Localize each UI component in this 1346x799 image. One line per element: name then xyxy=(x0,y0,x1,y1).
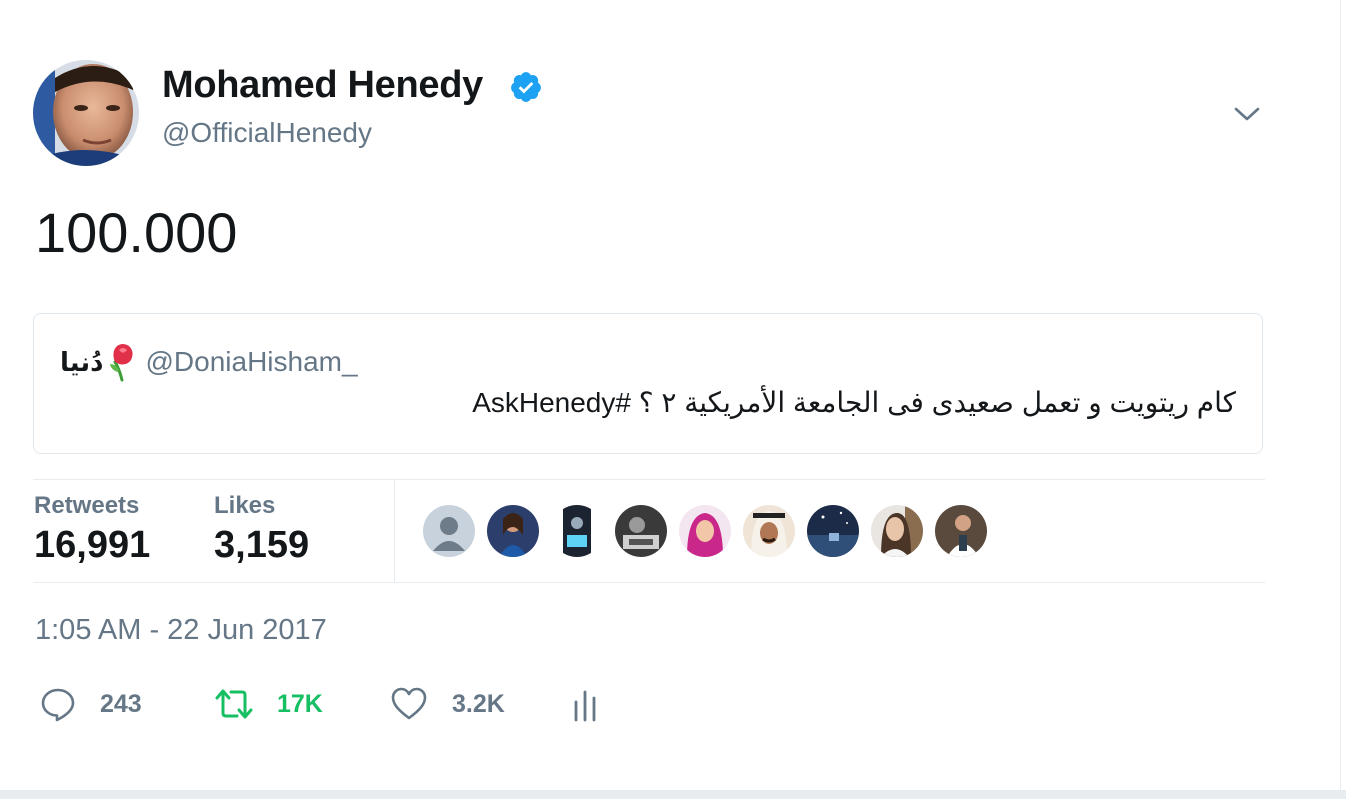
page-footer-strip xyxy=(0,790,1346,799)
wilted-rose-icon xyxy=(109,342,135,382)
retweets-label: Retweets xyxy=(34,492,140,519)
analytics-button[interactable] xyxy=(572,686,600,722)
quoted-tweet-text: كام ريتويت و تعمل صعيدى فى الجامعة الأمر… xyxy=(472,387,1236,418)
liker-avatar[interactable] xyxy=(615,505,667,557)
liker-avatar[interactable] xyxy=(935,505,987,557)
liker-avatars xyxy=(423,505,999,557)
heart-icon xyxy=(390,686,428,722)
more-options-chevron-down-icon[interactable] xyxy=(1232,104,1262,126)
retweet-count: 17K xyxy=(277,689,323,718)
divider xyxy=(33,479,1265,480)
retweet-button[interactable]: 17K xyxy=(213,686,323,722)
quoted-handle[interactable]: @DoniaHisham_ xyxy=(145,346,357,378)
liker-avatar[interactable] xyxy=(743,505,795,557)
verified-badge-icon xyxy=(509,70,543,104)
retweet-icon xyxy=(213,686,255,722)
like-button[interactable]: 3.2K xyxy=(390,686,505,722)
author-avatar[interactable] xyxy=(33,60,139,166)
author-handle[interactable]: @OfficialHenedy xyxy=(162,117,372,149)
liker-avatar[interactable] xyxy=(487,505,539,557)
likes-value: 3,159 xyxy=(214,524,310,566)
quoted-display-name: دُنيا xyxy=(60,346,104,377)
liker-avatar[interactable] xyxy=(807,505,859,557)
likes-stat[interactable]: Likes 3,159 xyxy=(214,492,309,567)
retweets-stat[interactable]: Retweets 16,991 xyxy=(34,492,150,567)
author-display-name[interactable]: Mohamed Henedy xyxy=(162,64,483,107)
reply-count: 243 xyxy=(100,689,142,718)
retweets-value: 16,991 xyxy=(34,524,151,566)
page-border xyxy=(1340,0,1341,790)
tweet-timestamp[interactable]: 1:05 AM - 22 Jun 2017 xyxy=(35,614,327,647)
reply-icon xyxy=(40,686,76,722)
stats-divider xyxy=(394,480,395,582)
divider xyxy=(33,582,1265,583)
like-count: 3.2K xyxy=(452,689,505,718)
liker-avatar[interactable] xyxy=(551,505,603,557)
liker-avatar[interactable] xyxy=(871,505,923,557)
quoted-tweet-user: دُنيا @DoniaHisham_ xyxy=(60,342,358,382)
likes-label: Likes xyxy=(214,492,276,519)
quoted-tweet[interactable]: دُنيا @DoniaHisham_ كام ريتويت و تعمل صع… xyxy=(33,313,1263,454)
reply-button[interactable]: 243 xyxy=(40,686,142,722)
tweet-text: 100.000 xyxy=(35,201,238,264)
tweet-detail-page: Mohamed Henedy @OfficialHenedy 100.000 د… xyxy=(0,0,1346,799)
liker-avatar[interactable] xyxy=(679,505,731,557)
liker-avatar-default-icon[interactable] xyxy=(423,505,475,557)
analytics-bar-chart-icon xyxy=(572,686,600,722)
